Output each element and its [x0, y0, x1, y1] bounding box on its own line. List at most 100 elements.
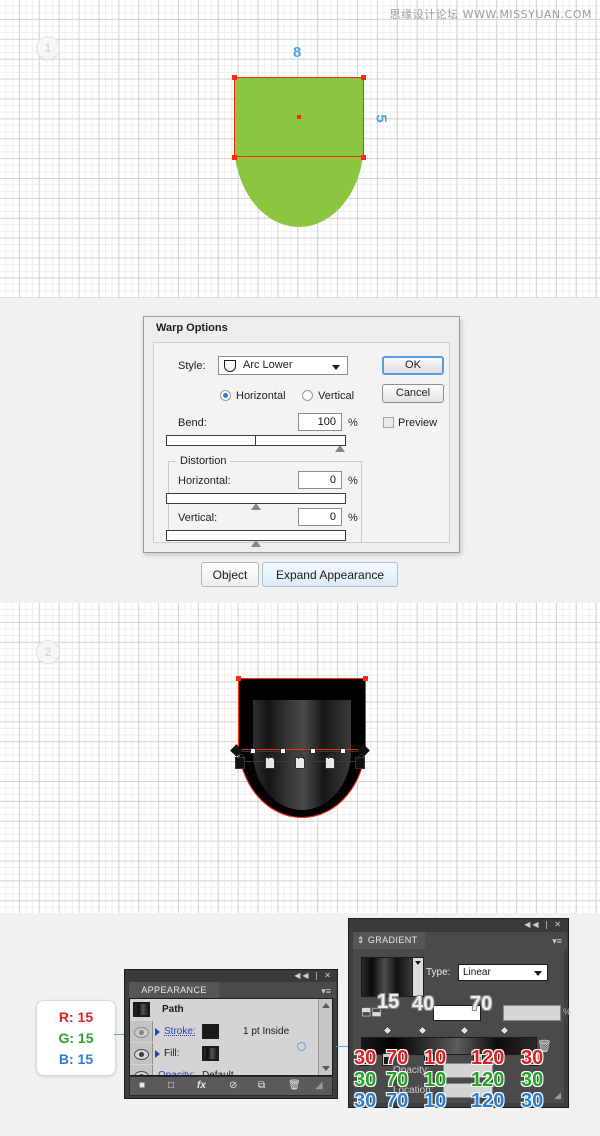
gradient-ramp-midpoint-4[interactable]: [499, 1025, 510, 1036]
bend-input[interactable]: 100: [298, 413, 342, 431]
gradient-ramp-midpoint-1[interactable]: [382, 1025, 393, 1036]
tab-gradient-label: GRADIENT: [367, 935, 418, 945]
duplicate-item-icon[interactable]: ⧉: [258, 1080, 265, 1091]
scroll-down-icon[interactable]: [322, 1066, 330, 1071]
gradient-ramp-midpoint-2[interactable]: [417, 1025, 428, 1036]
dv-slider-thumb[interactable]: [251, 540, 261, 547]
radio-horizontal[interactable]: [220, 390, 231, 401]
gradient-midpoint-3[interactable]: [310, 748, 316, 754]
rgb-callout: R: 15 G: 15 B: 15: [36, 1000, 116, 1076]
gradient-stop-4[interactable]: [325, 754, 335, 769]
gradient-stop-3[interactable]: [295, 754, 305, 769]
center-point: [297, 115, 301, 119]
appearance-scrollbar[interactable]: [318, 999, 332, 1075]
anchor-point-bl[interactable]: [232, 155, 237, 160]
scroll-up-icon[interactable]: [322, 1003, 330, 1008]
visibility-eye-icon-opacity[interactable]: [130, 1065, 153, 1075]
radio-vertical[interactable]: [302, 390, 313, 401]
appearance-row-path[interactable]: Path: [130, 999, 332, 1022]
resize-grip-icon[interactable]: ◢: [315, 1080, 323, 1091]
gradient-panel-menu-icon[interactable]: ▾≡: [552, 936, 562, 947]
gradient-preview-dropdown[interactable]: [412, 957, 424, 997]
distortion-vertical-input[interactable]: 0: [298, 508, 342, 526]
ok-button[interactable]: OK: [382, 356, 444, 375]
gradient-annotator-widget[interactable]: [230, 744, 370, 769]
gradient-percent-unit: %: [563, 1007, 572, 1017]
bend-unit: %: [348, 417, 358, 429]
warp-options-dialog: Warp Options Style: Arc Lower Horizontal…: [143, 316, 460, 553]
appearance-row-stroke-label[interactable]: Stroke:: [164, 1026, 196, 1037]
annotation-stop1-r: 30: [354, 1047, 377, 1069]
gradient-type-value: Linear: [463, 967, 491, 978]
tab-gradient[interactable]: ⇕ GRADIENT: [353, 932, 425, 949]
step-marker-1: 1: [36, 36, 60, 60]
appearance-row-fill-label[interactable]: Fill:: [164, 1048, 180, 1059]
panel-menu-icon[interactable]: ▾≡: [321, 986, 331, 997]
visibility-eye-icon-stroke[interactable]: [130, 1021, 153, 1042]
cancel-button[interactable]: Cancel: [382, 384, 444, 403]
gradient-type-chevron-down-icon: [534, 971, 542, 976]
annotation-stop4-g: 120: [471, 1069, 505, 1091]
preview-checkbox[interactable]: [383, 417, 394, 428]
annotation-midpoint-1: 15: [377, 991, 400, 1013]
add-effect-icon[interactable]: fx: [197, 1080, 206, 1091]
dh-slider-thumb[interactable]: [251, 503, 261, 510]
anchor-point-tr[interactable]: [361, 75, 366, 80]
anchor-point-br[interactable]: [361, 155, 366, 160]
disclosure-triangle-stroke-icon[interactable]: [155, 1028, 160, 1036]
tab-gradient-grip: ⇕: [357, 935, 368, 945]
appearance-row-path-label: Path: [162, 1004, 184, 1015]
fill-swatch-icon[interactable]: [202, 1046, 219, 1061]
distortion-horizontal-slider[interactable]: [166, 493, 346, 510]
gradient-stop-2[interactable]: [265, 754, 275, 769]
delete-item-icon[interactable]: 🗑: [288, 1080, 301, 1091]
distortion-horizontal-input[interactable]: 0: [298, 471, 342, 489]
style-dropdown[interactable]: Arc Lower: [218, 356, 348, 375]
artwork-green-shape[interactable]: [232, 75, 366, 227]
gradient-midpoint-1[interactable]: [250, 748, 256, 754]
stroke-swatch-icon[interactable]: [202, 1024, 219, 1039]
gradient-stop-5[interactable]: [355, 754, 365, 769]
annotation-stop5-r: 30: [521, 1047, 544, 1069]
anchor-point-tl[interactable]: [232, 75, 237, 80]
anchor-point-tl-2[interactable]: [236, 676, 241, 681]
radio-horizontal-label: Horizontal: [236, 390, 286, 402]
gradient-stop-1[interactable]: [235, 754, 245, 769]
new-fill-icon[interactable]: □: [168, 1080, 174, 1091]
style-value: Arc Lower: [243, 359, 293, 371]
annotation-stop2-b: 70: [386, 1090, 409, 1112]
expand-appearance-button[interactable]: Expand Appearance: [262, 562, 398, 587]
gradient-panel-titlebar: ◀◀ | ✕: [349, 919, 568, 932]
tab-appearance[interactable]: APPEARANCE: [129, 982, 219, 998]
annotation-stop5-b: 30: [521, 1090, 544, 1112]
gradient-type-select[interactable]: Linear: [458, 964, 548, 981]
appearance-row-stroke-value: 1 pt Inside: [243, 1026, 290, 1037]
gradient-type-label: Type:: [426, 967, 451, 978]
bend-slider-thumb[interactable]: [335, 445, 345, 452]
distortion-label: Distortion: [176, 455, 231, 467]
bend-slider[interactable]: [166, 435, 346, 452]
gradient-aspect-ratio-input[interactable]: [503, 1005, 561, 1021]
object-button[interactable]: Object: [201, 562, 259, 587]
gradient-midpoint-2[interactable]: [280, 748, 286, 754]
disclosure-triangle-fill-icon[interactable]: [155, 1050, 160, 1058]
bend-slider-tick: [255, 435, 256, 446]
new-stroke-icon[interactable]: ■: [139, 1080, 145, 1091]
clear-appearance-icon[interactable]: ⊘: [229, 1080, 237, 1091]
visibility-eye-icon-fill[interactable]: [130, 1043, 153, 1064]
anchor-point-tr-2[interactable]: [363, 676, 368, 681]
gradient-ramp-midpoint-3[interactable]: [459, 1025, 470, 1036]
annotation-stop1-g: 30: [354, 1069, 377, 1091]
appearance-row-opacity[interactable]: Opacity: Default: [130, 1065, 332, 1075]
annotation-midpoint-2: 40: [412, 993, 435, 1015]
appearance-panel-controls[interactable]: ◀◀ | ✕: [294, 971, 333, 980]
gradient-panel-controls[interactable]: ◀◀ | ✕: [524, 920, 563, 929]
gradient-midpoint-4[interactable]: [340, 748, 346, 754]
rgb-b-value: B: 15: [58, 1051, 94, 1067]
distortion-vertical-slider[interactable]: [166, 530, 346, 547]
appearance-row-stroke[interactable]: Stroke: 1 pt Inside: [130, 1021, 332, 1044]
gradient-resize-grip-icon[interactable]: ◢: [554, 1090, 561, 1101]
step-marker-2: 2: [36, 640, 60, 664]
appearance-footer: ■ □ fx ⊘ ⧉ 🗑 ◢: [129, 1076, 333, 1096]
distortion-vertical-unit: %: [348, 512, 358, 524]
